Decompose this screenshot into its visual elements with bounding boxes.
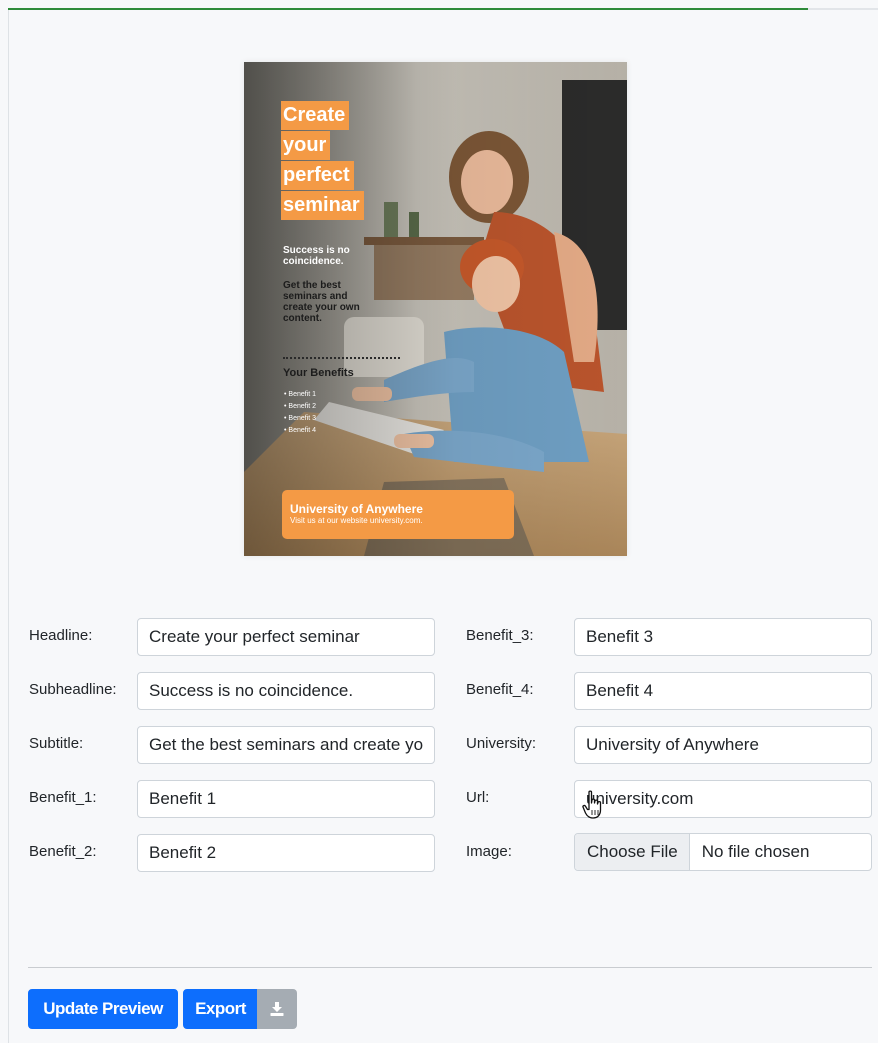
university-input[interactable] (574, 726, 872, 764)
poster-benefit-item: • Benefit 2 (284, 403, 317, 410)
benefit-1-input[interactable] (137, 780, 435, 818)
benefit-2-input[interactable] (137, 834, 435, 872)
hand-cursor-icon (582, 790, 602, 819)
poster-benefit-item: • Benefit 3 (284, 415, 317, 422)
benefit-3-label: Benefit_3: (466, 627, 534, 644)
poster-benefit-item: • Benefit 1 (284, 391, 317, 398)
poster-subtitle: Get the best seminars and create your ow… (283, 280, 383, 324)
form-divider (28, 967, 872, 968)
benefit-1-label: Benefit_1: (29, 789, 97, 806)
export-button[interactable]: Export (183, 989, 258, 1029)
benefit-2-label: Benefit_2: (29, 843, 97, 860)
poster-benefits-title: Your Benefits (283, 367, 354, 379)
subheadline-input[interactable] (137, 672, 435, 710)
subtitle-label: Subtitle: (29, 735, 84, 752)
headline-input[interactable] (137, 618, 435, 656)
poster-footer-university: University of Anywhere (290, 502, 423, 516)
poster-footer-banner: University of Anywhere Visit us at our w… (282, 490, 514, 539)
image-file-input[interactable]: Choose File No file chosen (574, 833, 872, 871)
benefit-3-input[interactable] (574, 618, 872, 656)
file-status-text: No file chosen (701, 842, 810, 861)
poster-preview: Create your perfect seminar Success is n… (244, 62, 627, 556)
url-input[interactable] (574, 780, 872, 818)
poster-subtitle-line: seminars and (283, 291, 348, 302)
poster-headline-line: seminar (281, 191, 364, 220)
poster-benefits-list: • Benefit 1 • Benefit 2 • Benefit 3 • Be… (284, 389, 316, 437)
left-divider (8, 10, 9, 1043)
poster-headline-line: your (281, 131, 331, 160)
poster-subtitle-line: content. (283, 313, 322, 324)
update-preview-button[interactable]: Update Preview (28, 989, 178, 1029)
url-label: Url: (466, 789, 490, 806)
poster-subheadline: Success is no coincidence. (283, 245, 373, 267)
poster-headline-line: perfect (281, 161, 354, 190)
university-label: University: (466, 735, 537, 752)
choose-file-button[interactable]: Choose File (575, 834, 690, 870)
poster-subheadline-line: Success is no (283, 245, 350, 256)
poster-subheadline-line: coincidence. (283, 256, 344, 267)
headline-label: Headline: (29, 627, 93, 644)
poster-footer-visit-text: Visit us at our website university.com. (290, 516, 423, 525)
subheadline-label: Subheadline: (29, 681, 117, 698)
poster-subtitle-line: Get the best (283, 280, 341, 291)
benefit-4-label: Benefit_4: (466, 681, 534, 698)
page-progress-bar (8, 8, 878, 10)
download-icon (270, 1002, 284, 1016)
poster-benefit-item: • Benefit 4 (284, 427, 317, 434)
poster-headline-line: Create (281, 101, 350, 130)
subtitle-input[interactable] (137, 726, 435, 764)
poster-dotted-divider (283, 357, 400, 359)
benefit-4-input[interactable] (574, 672, 872, 710)
export-download-button[interactable] (257, 989, 297, 1029)
page-progress-fill (8, 8, 809, 10)
poster-subtitle-line: create your own (283, 302, 360, 313)
image-label: Image: (466, 843, 512, 860)
poster-headline: Create your perfect seminar (281, 101, 391, 221)
